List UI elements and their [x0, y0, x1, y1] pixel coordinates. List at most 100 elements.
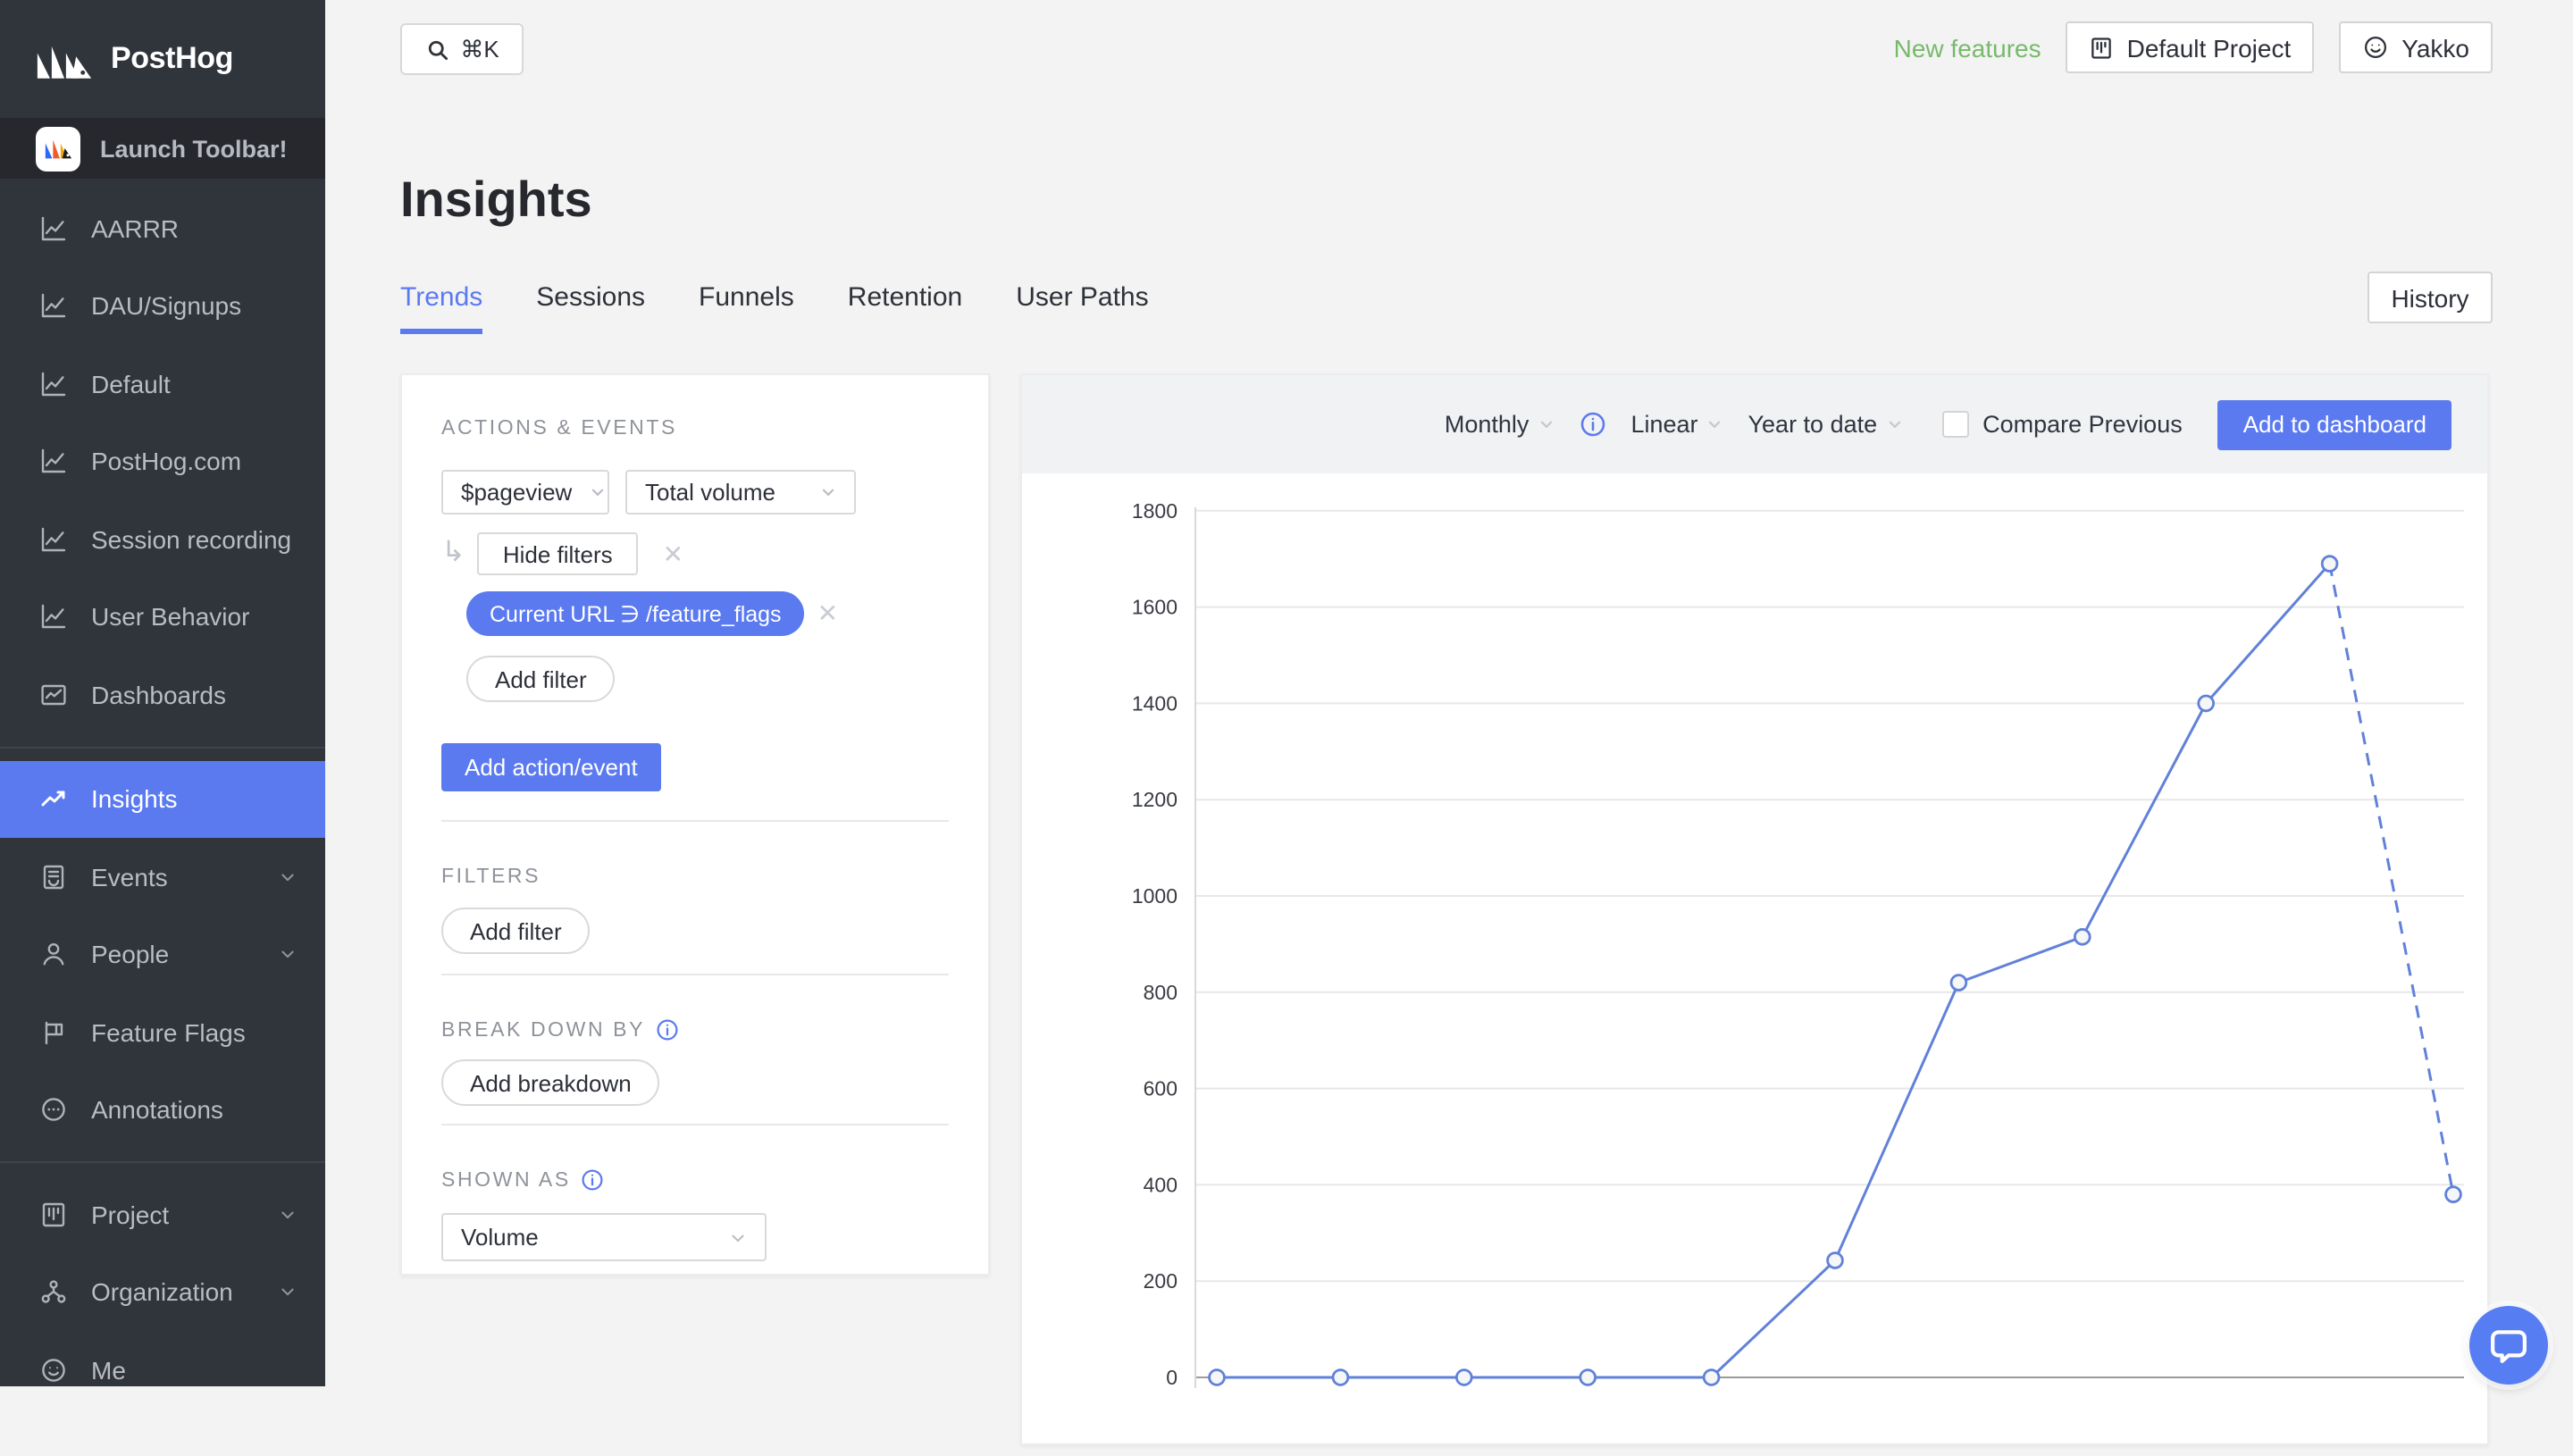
sidebar-item-label: Session recording [91, 524, 292, 554]
sidebar-item-feature-flags[interactable]: Feature Flags [0, 993, 325, 1071]
line-chart-icon [39, 214, 68, 243]
info-icon[interactable] [1579, 411, 1605, 438]
tab-user-paths[interactable]: User Paths [1016, 282, 1148, 334]
tab-trends[interactable]: Trends [400, 282, 483, 334]
add-filter-button[interactable]: Add filter [466, 656, 616, 702]
add-action-event-button[interactable]: Add action/event [441, 743, 661, 791]
compare-previous-checkbox[interactable] [1941, 411, 1969, 438]
sidebar-item-dau-signups[interactable]: DAU/Signups [0, 267, 325, 345]
project-icon [2090, 35, 2115, 60]
info-icon[interactable] [582, 1168, 605, 1192]
sidebar-item-label: Annotations [91, 1095, 223, 1125]
project-switcher-label: Default Project [2126, 33, 2292, 62]
sidebar-item-people[interactable]: People [0, 916, 325, 993]
compare-previous-label: Compare Previous [1982, 411, 2183, 438]
hide-filters-button[interactable]: Hide filters [477, 532, 638, 575]
insight-tabs: Trends Sessions Funnels Retention User Paths [400, 282, 1149, 334]
sidebar-item-me[interactable]: Me [0, 1331, 325, 1409]
chevron-down-icon [1538, 416, 1554, 432]
divider [441, 974, 949, 975]
shown-as-select[interactable]: Volume [441, 1213, 767, 1261]
svg-text:1800: 1800 [1132, 499, 1178, 523]
container-icon [39, 863, 68, 891]
interval-select[interactable]: Monthly [1445, 411, 1555, 438]
sidebar-item-dashboards[interactable]: Dashboards [0, 656, 325, 733]
math-select-value: Total volume [645, 479, 775, 506]
sidebar-item-posthog-com[interactable]: PostHog.com [0, 423, 325, 500]
filters-label: FILTERS [441, 866, 541, 888]
sidebar-item-aarrr[interactable]: AARRR [0, 189, 325, 267]
sidebar-item-label: Me [91, 1355, 126, 1385]
project-icon [39, 1201, 68, 1229]
interval-value: Monthly [1444, 411, 1530, 438]
sidebar-item-label: Organization [91, 1277, 233, 1307]
tab-sessions[interactable]: Sessions [536, 282, 645, 334]
user-icon [39, 941, 68, 969]
launch-toolbar-button[interactable]: Launch Toolbar! [0, 118, 325, 179]
tab-retention[interactable]: Retention [848, 282, 962, 334]
add-breakdown-button[interactable]: Add breakdown [441, 1059, 660, 1106]
sidebar-item-default[interactable]: Default [0, 345, 325, 423]
svg-text:1200: 1200 [1132, 788, 1178, 811]
svg-text:200: 200 [1144, 1269, 1178, 1293]
chevron-down-icon [590, 484, 606, 500]
shown-as-label: SHOWN AS [441, 1168, 949, 1192]
sidebar-item-annotations[interactable]: Annotations [0, 1071, 325, 1149]
sidebar-divider [0, 1161, 325, 1163]
sidebar-item-insights[interactable]: Insights [0, 760, 325, 838]
smile-icon [39, 1356, 68, 1385]
event-select-value: $pageview [461, 479, 573, 506]
svg-text:1600: 1600 [1132, 596, 1178, 619]
date-range-select[interactable]: Year to date [1748, 411, 1903, 438]
info-icon[interactable] [656, 1018, 679, 1042]
nested-arrow-icon: ↳ [441, 538, 465, 568]
shown-as-value: Volume [461, 1224, 539, 1251]
sidebar-item-user-behavior[interactable]: User Behavior [0, 578, 325, 656]
line-chart-icon [39, 525, 68, 554]
chevron-down-icon [279, 1284, 297, 1301]
sidebar-item-label: AARRR [91, 213, 180, 243]
new-features-link[interactable]: New features [1894, 33, 2041, 62]
compare-previous-control: Compare Previous [1941, 411, 2183, 438]
sidebar-item-label: People [91, 940, 170, 969]
sidebar-item-label: Dashboards [91, 680, 226, 709]
sidebar-divider [0, 746, 325, 748]
date-range-value: Year to date [1747, 411, 1878, 438]
sidebar-item-label: Project [91, 1200, 170, 1229]
remove-filter-icon[interactable]: ✕ [817, 598, 838, 629]
add-filter-button-2[interactable]: Add filter [441, 908, 591, 954]
divider [441, 820, 949, 822]
search-input[interactable]: ⌘K [400, 23, 524, 75]
tab-funnels[interactable]: Funnels [699, 282, 794, 334]
chevron-down-icon [820, 484, 836, 500]
sidebar-item-events[interactable]: Events [0, 838, 325, 916]
sidebar-item-session-recording[interactable]: Session recording [0, 500, 325, 578]
page-title: Insights [400, 172, 592, 227]
project-switcher-button[interactable]: Default Project [2066, 21, 2315, 73]
property-filter-chip[interactable]: Current URL ∋ /feature_flags [466, 591, 805, 636]
posthog-logo[interactable]: PostHog [0, 0, 325, 118]
shown-as-label-text: SHOWN AS [441, 1169, 571, 1191]
sidebar-item-label: Insights [91, 784, 178, 814]
hide-filters-label: Hide filters [502, 540, 613, 567]
svg-text:1000: 1000 [1132, 884, 1178, 908]
chevron-down-icon [1886, 416, 1902, 432]
chevron-down-icon [279, 1206, 297, 1224]
help-chat-button[interactable] [2469, 1306, 2548, 1385]
user-menu-button[interactable]: Yakko [2339, 21, 2493, 73]
trending-up-icon [39, 785, 68, 814]
launch-toolbar-label: Launch Toolbar! [100, 135, 288, 162]
remove-event-icon[interactable]: ✕ [663, 539, 683, 569]
chart-type-value: Linear [1630, 411, 1698, 438]
chevron-down-icon [279, 946, 297, 964]
event-select[interactable]: $pageview [441, 470, 609, 515]
sidebar-item-project[interactable]: Project [0, 1176, 325, 1253]
posthog-hedgehog-icon [36, 37, 93, 81]
line-chart-icon [39, 603, 68, 632]
insight-config-panel: ACTIONS & EVENTS $pageview Total volume … [400, 373, 990, 1276]
history-button[interactable]: History [2368, 272, 2493, 323]
chart-type-select[interactable]: Linear [1630, 411, 1722, 438]
sidebar-item-organization[interactable]: Organization [0, 1253, 325, 1331]
add-to-dashboard-button[interactable]: Add to dashboard [2217, 399, 2451, 449]
math-select[interactable]: Total volume [625, 470, 856, 515]
